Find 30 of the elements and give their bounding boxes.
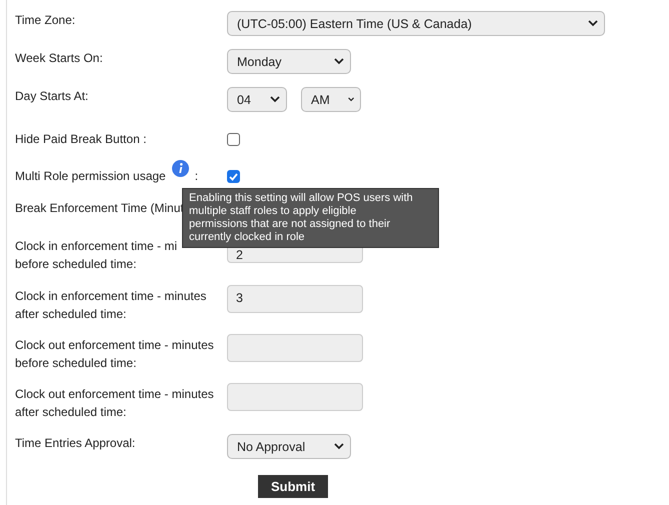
field-label: Multi Role permission usage	[15, 168, 166, 185]
field-label: Day Starts At:	[15, 88, 88, 105]
field-label: Clock out enforcement time - minutes before scheduled time:	[15, 337, 215, 372]
dropdown[interactable]: No Approval	[227, 434, 351, 459]
chevron-icon	[348, 96, 354, 103]
chevron-icon	[270, 96, 280, 103]
dropdown[interactable]: Monday	[227, 49, 351, 74]
chevron-icon	[334, 443, 344, 450]
checkbox[interactable]	[227, 170, 240, 183]
dropdown[interactable]: (UTC-05:00) Eastern Time (US & Canada)	[227, 11, 605, 36]
input-field[interactable]	[227, 334, 363, 362]
colon-text: :	[194, 168, 198, 185]
checkbox[interactable]	[227, 133, 240, 146]
chevron-icon	[588, 20, 598, 27]
field-label: Week Starts On:	[15, 50, 103, 67]
submit-button[interactable]: Submit	[258, 475, 328, 498]
field-label: Clock in enforcement time - mi	[15, 238, 178, 255]
input-field[interactable]: 3	[227, 285, 363, 313]
field-label: Clock out enforcement time - minutes after scheduled time:	[15, 386, 215, 421]
field-label: Time Zone:	[15, 12, 76, 29]
dropdown[interactable]: 04	[227, 87, 287, 112]
field-label: Clock in enforcement time - minutes after scheduled time:	[15, 288, 208, 323]
dropdown[interactable]: AM	[301, 87, 361, 112]
field-label: Hide Paid Break Button :	[15, 131, 146, 148]
info-icon[interactable]	[172, 160, 189, 177]
input-field[interactable]	[227, 383, 363, 411]
field-label: Time Entries Approval:	[15, 435, 136, 452]
tooltip: Enabling this setting will allow POS users with multiple staff roles to apply eligible permissions that are not assigned to their currently clocked in role	[182, 188, 439, 248]
chevron-icon	[334, 58, 344, 65]
field-label: before scheduled time:	[15, 256, 136, 273]
